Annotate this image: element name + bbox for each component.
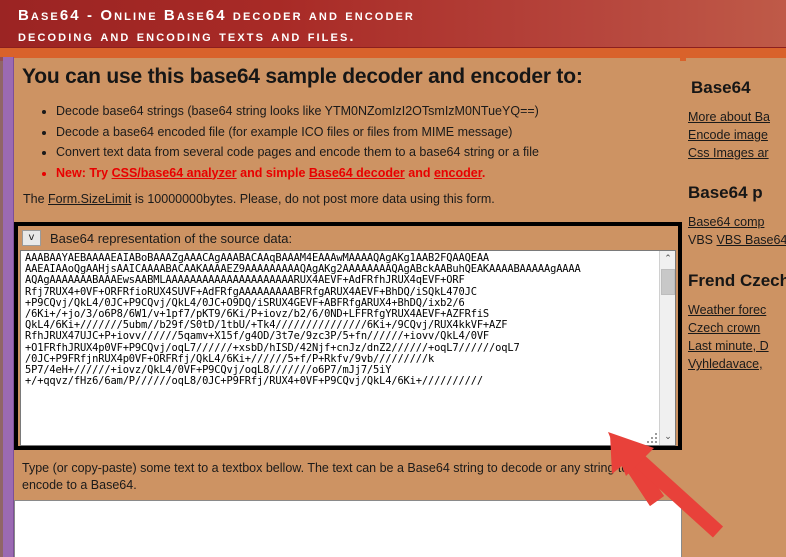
sidebar-heading-base64: Base64 xyxy=(691,78,751,97)
list-item: Css Images ar xyxy=(688,144,786,162)
header-title-line-2: decoding and encoding texts and files. xyxy=(18,28,356,45)
form-sizelimit-link[interactable]: Form.SizeLimit xyxy=(48,192,131,206)
list-item: More about Ba xyxy=(688,108,786,126)
right-sidebar: Base64 More about Ba Encode image Css Im… xyxy=(686,58,786,557)
base64-output-panel: v Base64 representation of the source da… xyxy=(14,222,682,450)
list-item: Base64 comp xyxy=(688,213,786,231)
sidebar-link-czech-crown[interactable]: Czech crown xyxy=(688,321,760,335)
encoder-link[interactable]: encoder xyxy=(434,166,482,180)
base64-textarea-wrapper: AAABAAYAEBAAAAEAIABoBAAAZgAAACAgAAABACAA… xyxy=(20,250,676,446)
page-title: You can use this base64 sample decoder a… xyxy=(22,65,583,88)
sizelimit-post: is 10000000bytes. Please, do not post mo… xyxy=(131,192,495,206)
base64-panel-header: v Base64 representation of the source da… xyxy=(18,226,678,250)
sidebar-heading-base64-p: Base64 p xyxy=(688,183,763,202)
list-item: Convert text data from several code page… xyxy=(56,143,680,163)
base64-output-textarea[interactable]: AAABAAYAEBAAAAEAIABoBAAAZgAAACAgAAABACAA… xyxy=(21,251,659,445)
textarea-resize-grip[interactable] xyxy=(646,432,658,444)
feature-list: Decode base64 strings (base64 string loo… xyxy=(14,102,680,183)
list-item: Last minute, D xyxy=(688,337,786,355)
form-sizelimit-note: The Form.SizeLimit is 10000000bytes. Ple… xyxy=(14,192,680,206)
sidebar-link-base64-component[interactable]: Base64 comp xyxy=(688,215,764,229)
base64-decoder-link[interactable]: Base64 decoder xyxy=(309,166,405,180)
new-suffix: . xyxy=(481,165,486,180)
sidebar-link-css-images[interactable]: Css Images ar xyxy=(688,146,769,160)
sidebar-link-group-2: Base64 comp VBS VBS Base64 e xyxy=(686,213,786,249)
list-item: Weather forec xyxy=(688,301,786,319)
sidebar-link-weather[interactable]: Weather forec xyxy=(688,303,766,317)
new-mid: and simple xyxy=(236,165,309,180)
page-root: Base64 - Online Base64 decoder and encod… xyxy=(0,0,786,557)
input-instructions: Type (or copy-paste) some text to a text… xyxy=(22,461,629,492)
sidebar-link-vyhledavace[interactable]: Vyhledavace, xyxy=(688,357,763,371)
sidebar-link-more-about[interactable]: More about Ba xyxy=(688,110,770,124)
css-base64-analyzer-link[interactable]: CSS/base64 analyzer xyxy=(112,166,237,180)
list-item: Encode image xyxy=(688,126,786,144)
base64-textarea-scrollbar[interactable]: ⌃ ⌄ xyxy=(659,251,675,445)
scroll-down-arrow-icon[interactable]: ⌄ xyxy=(660,429,675,445)
sidebar-link-last-minute[interactable]: Last minute, D xyxy=(688,339,769,353)
sidebar-link-group-1: More about Ba Encode image Css Images ar xyxy=(686,108,786,162)
list-item: VBS VBS Base64 e xyxy=(688,231,786,249)
source-text-input[interactable] xyxy=(14,500,682,557)
scrollbar-thumb[interactable] xyxy=(661,269,675,295)
list-item: Decode a base64 encoded file (for exampl… xyxy=(56,123,680,143)
scroll-up-arrow-icon[interactable]: ⌃ xyxy=(660,251,675,267)
new-prefix: New: Try xyxy=(56,165,112,180)
vbs-prefix: VBS xyxy=(688,233,717,247)
list-item: Czech crown xyxy=(688,319,786,337)
site-header: Base64 - Online Base64 decoder and encod… xyxy=(0,0,786,48)
collapse-toggle-icon[interactable]: v xyxy=(22,230,41,246)
sidebar-link-encode-image[interactable]: Encode image xyxy=(688,128,768,142)
sidebar-link-vbs-base64[interactable]: VBS Base64 e xyxy=(717,233,786,247)
new-conj: and xyxy=(404,165,434,180)
sizelimit-pre: The xyxy=(23,192,49,206)
list-item: Vyhledavace, xyxy=(688,355,786,373)
sidebar-heading-frend-czech: Frend Czech xyxy=(688,271,786,290)
left-purple-rail xyxy=(3,57,14,557)
header-title-line-1: Base64 - Online Base64 decoder and encod… xyxy=(18,7,415,24)
sidebar-link-group-3: Weather forec Czech crown Last minute, D… xyxy=(686,301,786,373)
list-item-new: New: Try CSS/base64 analyzer and simple … xyxy=(56,164,680,184)
base64-panel-label: Base64 representation of the source data… xyxy=(50,230,293,246)
list-item: Decode base64 strings (base64 string loo… xyxy=(56,102,680,122)
